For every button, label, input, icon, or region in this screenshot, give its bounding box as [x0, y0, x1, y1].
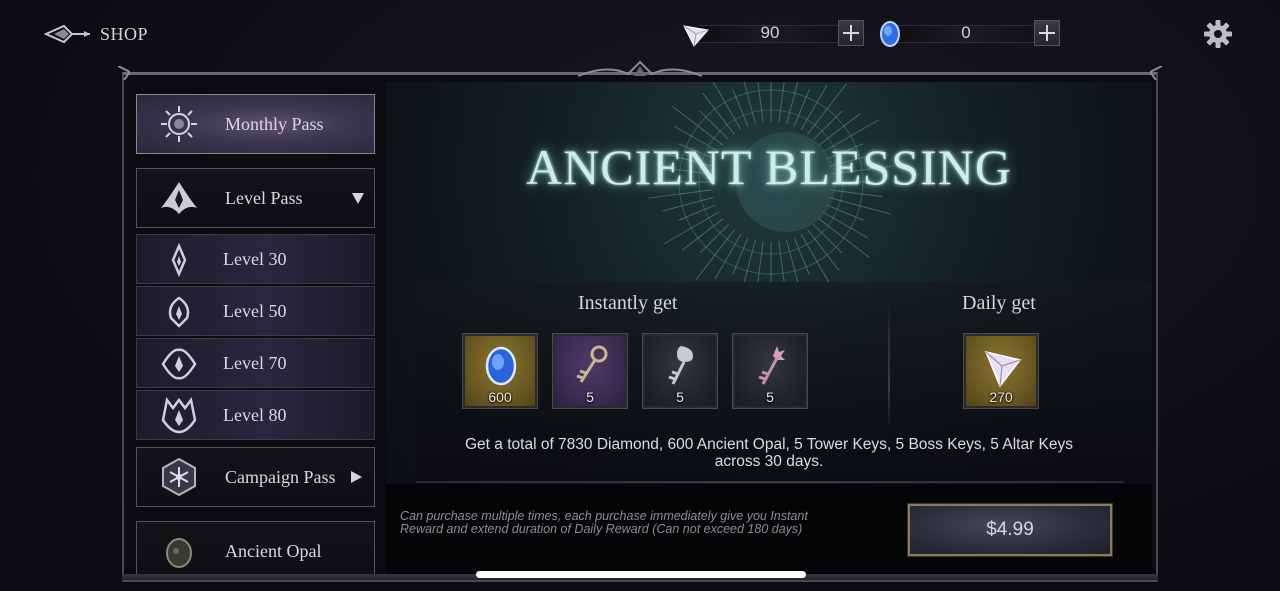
reward-qty: 5 — [766, 389, 774, 405]
back-button[interactable]: SHOP — [44, 22, 148, 46]
sunburst-ray — [699, 110, 729, 140]
reward-altar-key[interactable]: 5 — [732, 333, 808, 409]
sunburst-ray — [800, 84, 828, 131]
sunburst-ray — [757, 241, 764, 282]
reward-ancient-opal[interactable]: 600 — [462, 333, 538, 409]
home-indicator[interactable] — [476, 571, 806, 578]
purchase-note: Can purchase multiple times, each purcha… — [400, 510, 870, 536]
sunburst-ray — [813, 224, 843, 254]
level-50-crest-icon — [159, 292, 199, 332]
sunburst-ray — [813, 110, 843, 140]
reward-qty: 600 — [488, 389, 512, 405]
instant-rewards-title: Instantly get — [578, 292, 678, 314]
back-arrow-icon — [44, 24, 90, 44]
sunburst-ray — [778, 82, 785, 123]
sunburst-ray — [822, 211, 869, 239]
offer-panel: ANCIENT BLESSING Instantly get Daily get… — [386, 82, 1152, 574]
sidebar-item-level-pass[interactable]: Level Pass — [136, 168, 375, 228]
diamond-icon — [984, 350, 1022, 388]
sunburst-ray — [743, 239, 756, 282]
price-label: $4.99 — [986, 519, 1034, 540]
page-title: SHOP — [100, 23, 149, 44]
sidebar-item-label: Campaign Pass — [225, 467, 336, 487]
sunburst-ray — [757, 82, 764, 123]
reward-daily-diamond[interactable]: 270 — [963, 333, 1039, 409]
reward-tower-key[interactable]: 5 — [552, 333, 628, 409]
sunburst-ray — [699, 224, 729, 254]
sun-moon-emblem-icon — [159, 104, 199, 144]
offer-summary: Get a total of 7830 Diamond, 600 Ancient… — [426, 436, 1112, 470]
sidebar-item-level-80[interactable]: Level 80 — [136, 390, 375, 440]
campaign-emblem-icon — [159, 457, 199, 497]
reward-qty: 5 — [676, 389, 684, 405]
daily-rewards-title: Daily get — [962, 292, 1036, 314]
frame-corner-right-icon — [1150, 66, 1162, 80]
level-80-crest-icon — [159, 396, 199, 436]
sidebar-item-monthly-pass[interactable]: Monthly Pass — [136, 94, 375, 154]
opal-icon — [880, 21, 900, 47]
sidebar-item-label: Level 80 — [223, 405, 287, 425]
opal-icon — [485, 346, 517, 386]
sidebar-item-label: Level 50 — [223, 301, 287, 321]
silver-key-icon — [668, 346, 693, 385]
sidebar-item-label: Level Pass — [225, 188, 303, 208]
summary-line-1: Get a total of 7830 Diamond, 600 Ancient… — [465, 436, 1073, 453]
sunburst-ray — [714, 233, 742, 280]
chevron-down-icon — [352, 193, 364, 204]
pink-key-icon — [758, 346, 785, 385]
sidebar-item-level-50[interactable]: Level 50 — [136, 286, 375, 336]
reward-qty: 270 — [989, 389, 1013, 405]
sidebar-item-label: Level 70 — [223, 353, 287, 373]
sidebar-item-campaign-pass[interactable]: Campaign Pass — [136, 447, 375, 507]
offer-banner: ANCIENT BLESSING — [386, 82, 1152, 282]
reward-qty: 5 — [586, 389, 594, 405]
note-line-2: Reward and extend duration of Daily Rewa… — [400, 522, 803, 536]
sidebar-item-label: Ancient Opal — [225, 541, 322, 561]
sidebar-item-label: Monthly Pass — [225, 114, 324, 134]
sidebar-item-level-30[interactable]: Level 30 — [136, 234, 375, 284]
rewards-divider — [888, 300, 890, 430]
diamond-icon — [683, 25, 709, 47]
summary-line-2: across 30 days. — [714, 453, 824, 470]
sunburst-ray — [786, 82, 799, 125]
level-70-crest-icon — [159, 344, 199, 384]
level-30-crest-icon — [159, 240, 199, 280]
chevron-right-icon — [351, 471, 362, 483]
offer-title: ANCIENT BLESSING — [526, 139, 1012, 195]
sidebar-item-ancient-opal[interactable]: Ancient Opal — [136, 521, 375, 574]
diamond-count: 90 — [760, 23, 780, 42]
opal-emblem-icon — [159, 531, 199, 571]
frame-corner-left-icon — [118, 66, 130, 80]
reward-boss-key[interactable]: 5 — [642, 333, 718, 409]
buy-button[interactable]: $4.99 — [907, 503, 1113, 557]
sidebar-item-level-70[interactable]: Level 70 — [136, 338, 375, 388]
level-pass-crest-icon — [159, 178, 199, 218]
section-divider — [416, 481, 1124, 483]
sunburst-ray — [778, 241, 785, 282]
frame-ornament-icon — [578, 60, 702, 77]
add-opal-button[interactable] — [1034, 20, 1060, 46]
sidebar: Monthly Pass Level Pass Level 30 Level 5… — [136, 94, 376, 574]
gold-key-icon — [576, 345, 608, 383]
gear-icon[interactable] — [1202, 18, 1234, 50]
add-diamond-button[interactable] — [838, 20, 864, 46]
opal-count: 0 — [961, 23, 971, 42]
sidebar-item-label: Level 30 — [223, 249, 287, 269]
